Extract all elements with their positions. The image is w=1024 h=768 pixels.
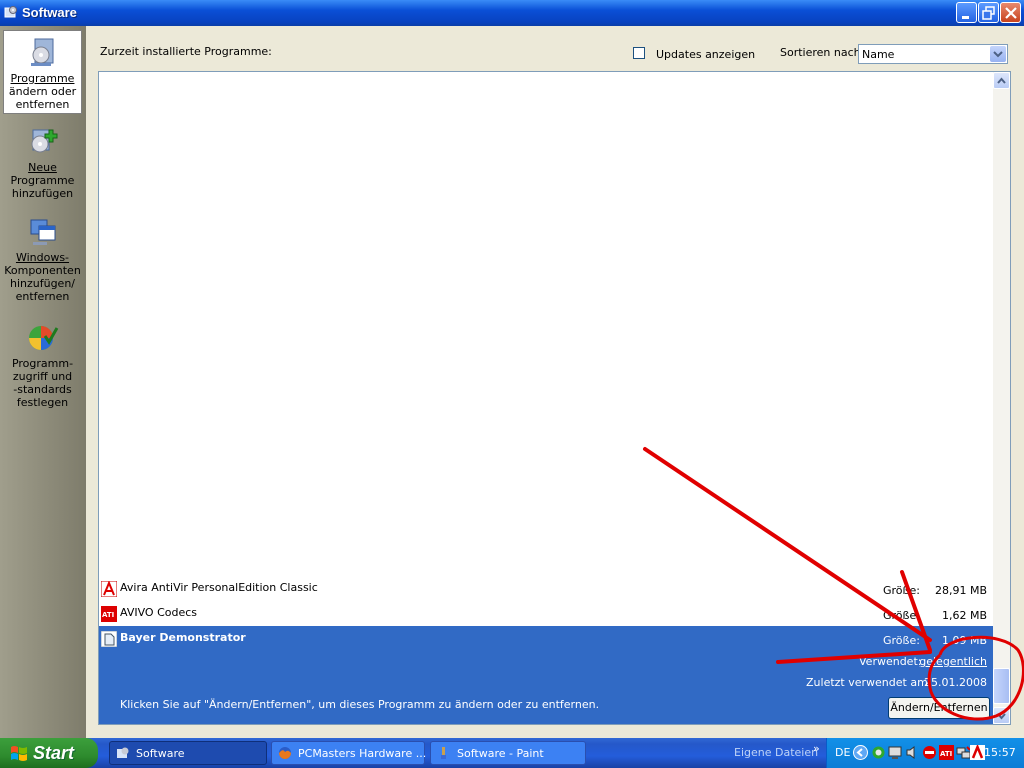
network-tray-icon[interactable] <box>871 745 886 760</box>
sort-select[interactable]: Name <box>858 44 1008 64</box>
list-item-selected[interactable]: Bayer Demonstrator Größe: 1,09 MB Verwen… <box>99 626 993 724</box>
sidebar-item-label: Komponenten <box>4 264 81 277</box>
task-label: Software <box>136 747 185 760</box>
cd-add-icon <box>31 129 57 153</box>
vertical-scrollbar[interactable] <box>993 72 1010 724</box>
sort-value: Name <box>862 48 895 61</box>
used-value-link[interactable]: gelegentlich <box>919 655 987 668</box>
windows-logo-icon <box>11 746 27 761</box>
toolbar-chevron[interactable]: » <box>813 742 820 755</box>
volume-tray-icon[interactable] <box>905 745 920 760</box>
quicklaunch-eigene-dateien[interactable]: Eigene Dateien <box>734 746 818 759</box>
ati-icon: ATI <box>101 606 117 622</box>
chevron-down-icon <box>993 51 1003 58</box>
software-icon <box>117 747 129 758</box>
sidebar-item-label: ändern oder <box>8 85 77 98</box>
sidebar-item-label: Programme <box>10 174 75 187</box>
sidebar-item-program-access[interactable]: Programm- zugriff und -standards festleg… <box>3 322 82 410</box>
sidebar-item-label: Programm- <box>11 357 74 370</box>
scroll-thumb[interactable] <box>993 668 1010 704</box>
title-bar[interactable]: Software <box>0 0 1024 26</box>
main-panel: Zurzeit installierte Programme: Updates … <box>86 26 1024 738</box>
taskbar: Start Software PCMasters Hardware ... So… <box>0 738 1024 768</box>
sidebar-item-label: hinzufügen/ <box>9 277 76 290</box>
sidebar-item-windows-components[interactable]: Windows- Komponenten hinzufügen/ entfern… <box>3 216 82 304</box>
list-item[interactable]: ATI AVIVO Codecs Größe: 1,62 MB <box>99 601 993 626</box>
size-label: Größe: <box>883 609 920 622</box>
chevron-down-icon <box>997 713 1006 720</box>
sidebar-item-label: entfernen <box>15 98 70 111</box>
minimize-icon <box>962 16 969 19</box>
sidebar-item-label: zugriff und <box>12 370 73 383</box>
sidebar-item-label: entfernen <box>15 290 70 303</box>
network-connection-tray-icon[interactable] <box>956 745 971 760</box>
last-used-value: 25.01.2008 <box>924 676 987 689</box>
system-tray: DE ATI 15:57 <box>826 738 1024 768</box>
size-label: Größe: <box>883 634 920 647</box>
size-value: 1,09 MB <box>941 634 987 647</box>
sidebar-item-add-new[interactable]: Neue Programme hinzufügen <box>3 126 82 200</box>
sidebar-item-label: -standards <box>13 383 72 396</box>
program-name: Avira AntiVir PersonalEdition Classic <box>120 581 318 594</box>
chevron-up-icon <box>997 77 1006 84</box>
program-name: Bayer Demonstrator <box>120 631 246 644</box>
software-icon <box>4 6 17 18</box>
minimize-button[interactable] <box>956 2 977 23</box>
sidebar-item-change-remove[interactable]: Programme ändern oder entfernen <box>3 30 82 114</box>
sidebar-item-label: hinzufügen <box>11 187 74 200</box>
task-label: Software - Paint <box>457 747 544 760</box>
language-indicator[interactable]: DE <box>835 746 850 759</box>
program-name: AVIVO Codecs <box>120 606 198 619</box>
list-item[interactable]: Avira AntiVir PersonalEdition Classic Gr… <box>99 576 993 601</box>
change-remove-hint: Klicken Sie auf "Ändern/Entfernen", um d… <box>120 698 600 711</box>
size-label: Größe: <box>883 584 920 597</box>
last-used-label: Zuletzt verwendet am: <box>806 676 932 689</box>
used-label: Verwendet: <box>859 655 922 668</box>
updates-checkbox[interactable] <box>633 47 645 59</box>
scroll-up-button[interactable] <box>993 72 1010 89</box>
paint-icon <box>441 747 446 759</box>
window-title: Software <box>22 5 77 20</box>
dropdown-button[interactable] <box>990 46 1006 62</box>
avira-tray-icon[interactable] <box>970 745 985 760</box>
sidebar-item-label: festlegen <box>16 396 69 409</box>
sort-label: Sortieren nach: <box>780 46 865 59</box>
restore-icon <box>982 6 995 20</box>
start-button[interactable]: Start <box>0 738 98 768</box>
bayer-icon <box>101 631 117 647</box>
program-list[interactable]: Avira AntiVir PersonalEdition Classic Gr… <box>98 71 1011 725</box>
svg-text:ATI: ATI <box>102 611 114 619</box>
start-label: Start <box>33 743 75 763</box>
size-value: 1,62 MB <box>941 609 987 622</box>
size-value: 28,91 MB <box>934 584 987 597</box>
monitor-tray-icon[interactable] <box>888 745 903 760</box>
taskbar-item-paint[interactable]: Software - Paint <box>430 741 586 765</box>
change-remove-button[interactable]: Ändern/Entfernen <box>888 697 990 719</box>
updates-checkbox-label[interactable]: Updates anzeigen <box>656 48 755 61</box>
svg-text:ATI: ATI <box>940 750 952 758</box>
cd-box-icon <box>30 38 53 66</box>
taskbar-item-firefox[interactable]: PCMasters Hardware ... <box>271 741 427 765</box>
close-button[interactable] <box>1000 2 1021 23</box>
sidebar-item-label: Neue <box>28 161 57 174</box>
program-access-icon <box>28 326 58 350</box>
tray-expand-icon[interactable] <box>853 745 868 760</box>
avira-icon <box>101 581 117 597</box>
sidebar-item-label: Windows- <box>15 251 70 264</box>
restore-button[interactable] <box>978 2 999 23</box>
ati-tray-icon[interactable]: ATI <box>939 745 954 760</box>
close-icon <box>1005 7 1017 19</box>
scroll-down-button[interactable] <box>993 707 1010 724</box>
clock[interactable]: 15:57 <box>984 746 1016 759</box>
taskbar-item-software[interactable]: Software <box>109 741 267 765</box>
sidebar-item-label: Programme <box>10 72 75 85</box>
windows-components-icon <box>30 219 55 245</box>
sidebar: Programme ändern oder entfernen Neue Pro… <box>0 26 86 738</box>
alert-tray-icon[interactable] <box>922 745 937 760</box>
task-label: PCMasters Hardware ... <box>298 747 427 760</box>
installed-programs-label: Zurzeit installierte Programme: <box>100 45 272 58</box>
firefox-icon <box>279 747 291 759</box>
